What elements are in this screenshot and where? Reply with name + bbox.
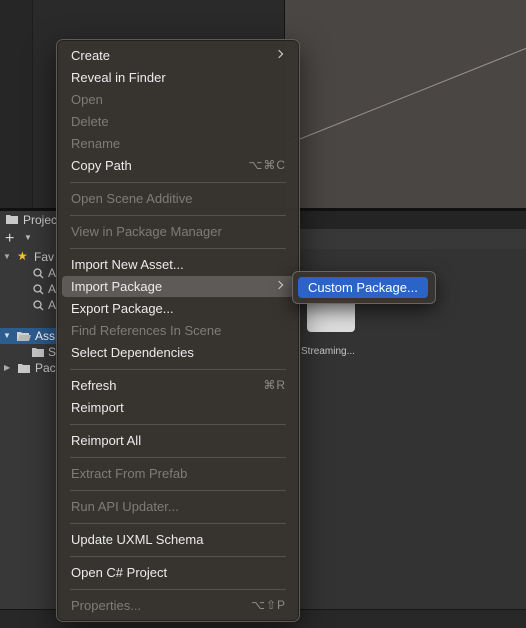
menu-item-run-api-updater: Run API Updater... bbox=[62, 496, 294, 517]
menu-item-label: Rename bbox=[71, 136, 121, 151]
menu-item-label: Extract From Prefab bbox=[71, 466, 188, 481]
import-package-submenu: Custom Package... bbox=[292, 271, 436, 304]
expand-arrow-icon[interactable]: ▼ bbox=[3, 328, 11, 344]
menu-item-label: Import New Asset... bbox=[71, 257, 184, 272]
expand-arrow-icon[interactable]: ▼ bbox=[3, 249, 11, 265]
menu-item-label: Copy Path bbox=[71, 158, 132, 173]
chevron-right-icon bbox=[274, 280, 284, 290]
tree-item-packages[interactable]: ▶ Pac bbox=[0, 360, 60, 376]
folder-icon bbox=[6, 215, 18, 224]
tree-item-search[interactable]: A bbox=[0, 297, 60, 313]
folder-icon bbox=[18, 364, 30, 373]
menu-separator bbox=[70, 424, 286, 425]
folder-thumbnail-icon[interactable] bbox=[307, 300, 355, 332]
menu-item-label: Open Scene Additive bbox=[71, 191, 193, 206]
menu-item-label: Find References In Scene bbox=[71, 323, 222, 338]
tree-item-label: S bbox=[48, 345, 57, 359]
menu-item-properties: Properties... ⌥⇧P bbox=[62, 595, 294, 616]
menu-separator bbox=[70, 556, 286, 557]
menu-item-label: Reimport All bbox=[71, 433, 142, 448]
menu-item-label: View in Package Manager bbox=[71, 224, 222, 239]
menu-item-export-package[interactable]: Export Package... bbox=[62, 298, 294, 319]
shortcut-label: ⌘R bbox=[263, 378, 286, 392]
add-button[interactable]: + bbox=[5, 230, 14, 248]
menu-item-open-scene-additive: Open Scene Additive bbox=[62, 188, 294, 209]
folder-icon bbox=[32, 348, 44, 357]
menu-item-label: Open C# Project bbox=[71, 565, 168, 580]
menu-item-update-uxml-schema[interactable]: Update UXML Schema bbox=[62, 529, 294, 550]
shortcut-label: ⌥⇧P bbox=[251, 598, 286, 612]
menu-item-extract-from-prefab: Extract From Prefab bbox=[62, 463, 294, 484]
menu-item-custom-package[interactable]: Custom Package... bbox=[298, 277, 428, 298]
menu-separator bbox=[70, 490, 286, 491]
scene-view[interactable] bbox=[284, 0, 526, 208]
menu-item-reveal-in-finder[interactable]: Reveal in Finder bbox=[62, 67, 294, 88]
menu-item-label: Select Dependencies bbox=[71, 345, 194, 360]
menu-item-label: Create bbox=[71, 48, 111, 63]
search-icon bbox=[33, 300, 44, 311]
tree-item-search[interactable]: A bbox=[0, 281, 60, 297]
context-menu: Create Reveal in Finder Open Delete Rena… bbox=[56, 39, 300, 622]
folder-open-icon bbox=[17, 332, 31, 341]
tree-item-favorites[interactable]: ▼ ★ Fav bbox=[0, 249, 60, 265]
menu-item-label: Update UXML Schema bbox=[71, 532, 204, 547]
tree-item-label: Fav bbox=[34, 250, 55, 264]
menu-item-label: Reveal in Finder bbox=[71, 70, 166, 85]
menu-separator bbox=[70, 589, 286, 590]
menu-item-label: Reimport bbox=[71, 400, 124, 415]
menu-item-label: Refresh bbox=[71, 378, 117, 393]
menu-separator bbox=[70, 457, 286, 458]
chevron-right-icon bbox=[274, 49, 284, 59]
tree-item-search[interactable]: A bbox=[0, 265, 60, 281]
project-tab[interactable]: Projec bbox=[0, 211, 61, 229]
menu-item-delete: Delete bbox=[62, 111, 294, 132]
asset-label[interactable]: Streaming... bbox=[301, 346, 355, 357]
menu-separator bbox=[70, 215, 286, 216]
menu-item-find-references: Find References In Scene bbox=[62, 320, 294, 341]
tree-item-folder[interactable]: S bbox=[0, 344, 60, 360]
menu-item-label: Delete bbox=[71, 114, 109, 129]
menu-item-open: Open bbox=[62, 89, 294, 110]
menu-item-copy-path[interactable]: Copy Path ⌥⌘C bbox=[62, 155, 294, 176]
menu-item-view-in-package-manager: View in Package Manager bbox=[62, 221, 294, 242]
tree-item-label: A bbox=[48, 282, 57, 296]
menu-item-rename: Rename bbox=[62, 133, 294, 154]
star-icon: ★ bbox=[17, 249, 28, 263]
project-tab-label: Projec bbox=[23, 213, 58, 227]
tree-item-label: Ass bbox=[35, 329, 56, 343]
scene-grid bbox=[285, 47, 526, 146]
search-icon bbox=[33, 268, 44, 279]
menu-item-import-new-asset[interactable]: Import New Asset... bbox=[62, 254, 294, 275]
panel-strip bbox=[0, 0, 33, 210]
dropdown-caret-icon[interactable]: ▼ bbox=[24, 233, 32, 242]
tree-item-label: A bbox=[48, 266, 57, 280]
menu-item-open-csharp-project[interactable]: Open C# Project bbox=[62, 562, 294, 583]
menu-separator bbox=[70, 248, 286, 249]
menu-item-reimport-all[interactable]: Reimport All bbox=[62, 430, 294, 451]
collapse-arrow-icon[interactable]: ▶ bbox=[4, 360, 10, 376]
menu-item-create[interactable]: Create bbox=[62, 45, 294, 66]
menu-separator bbox=[70, 369, 286, 370]
menu-item-import-package[interactable]: Import Package bbox=[62, 276, 294, 297]
menu-item-label: Open bbox=[71, 92, 103, 107]
menu-item-reimport[interactable]: Reimport bbox=[62, 397, 294, 418]
menu-separator bbox=[70, 182, 286, 183]
tree-item-assets[interactable]: ▼ Ass bbox=[0, 328, 60, 344]
menu-item-label: Properties... bbox=[71, 598, 142, 613]
menu-item-label: Export Package... bbox=[71, 301, 174, 316]
tree-item-label: Pac bbox=[35, 361, 56, 375]
menu-separator bbox=[70, 523, 286, 524]
menu-item-refresh[interactable]: Refresh ⌘R bbox=[62, 375, 294, 396]
tree-item-label: A bbox=[48, 298, 57, 312]
project-tree: ▼ ★ Fav A A A ▼ Ass S ▶ Pac bbox=[0, 249, 61, 609]
menu-item-label: Custom Package... bbox=[308, 280, 418, 295]
search-icon bbox=[33, 284, 44, 295]
shortcut-label: ⌥⌘C bbox=[248, 158, 286, 172]
menu-item-select-dependencies[interactable]: Select Dependencies bbox=[62, 342, 294, 363]
menu-item-label: Import Package bbox=[71, 279, 163, 294]
menu-item-label: Run API Updater... bbox=[71, 499, 179, 514]
